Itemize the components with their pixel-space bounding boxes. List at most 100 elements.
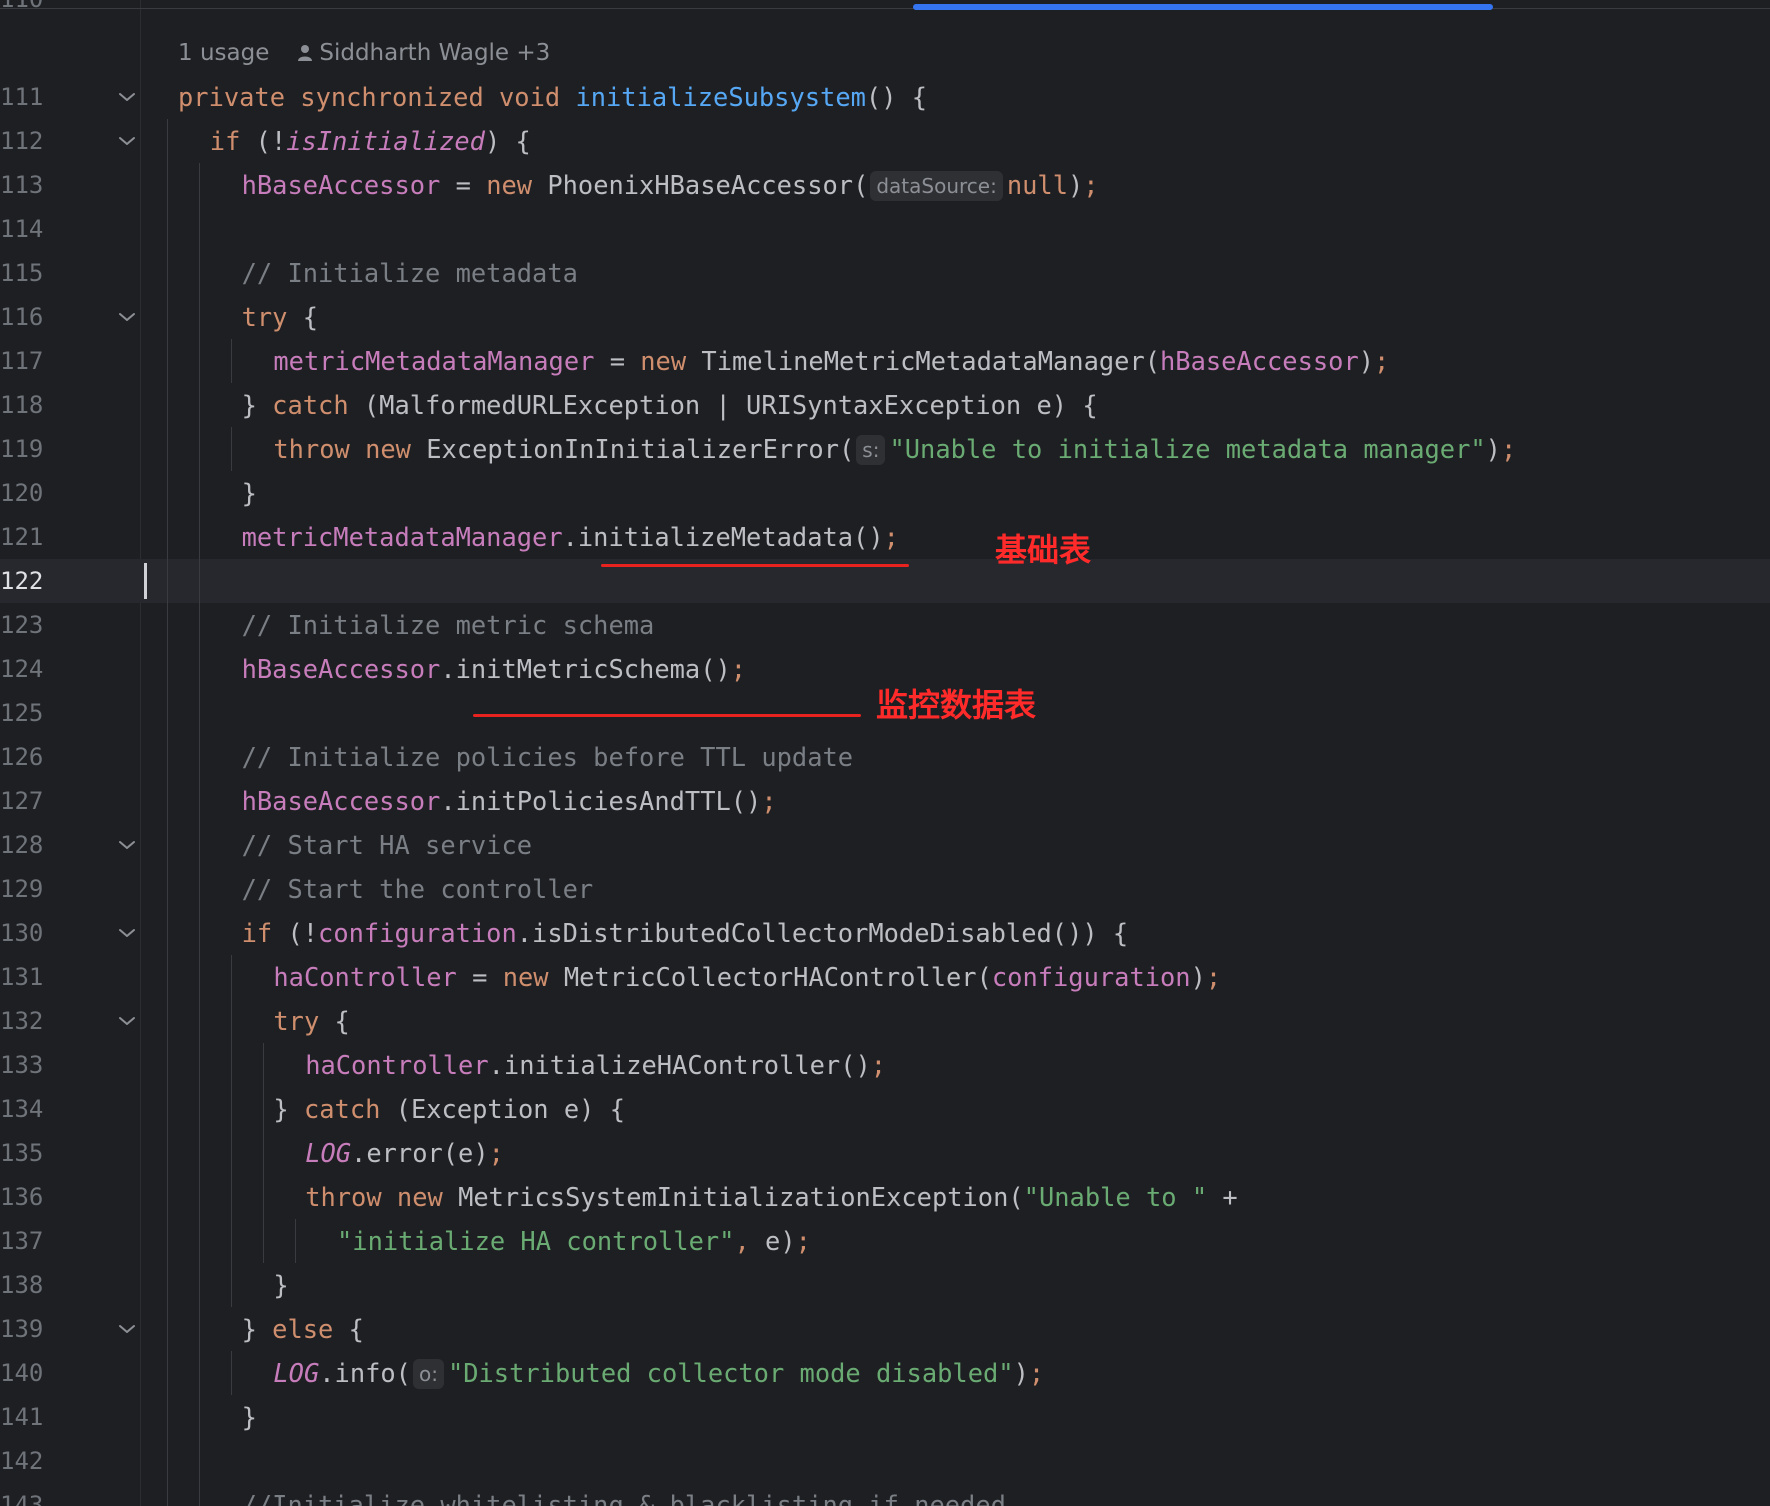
code-line[interactable]: } catch (MalformedURLException | URISynt… [242,383,1098,427]
line-number[interactable]: 131 [0,955,43,999]
line-number[interactable]: 113 [0,163,43,207]
line-number[interactable]: 140 [0,1351,43,1395]
annotation-monitoring-table: 监控数据表 [876,686,1037,724]
line-number[interactable]: 128 [0,823,43,867]
code-line[interactable]: } [242,471,257,515]
code-token: .initializeHAController() [488,1050,871,1080]
code-token: ) { [484,126,531,156]
annotation-underline-metric-schema [473,714,861,717]
line-number[interactable]: 117 [0,339,43,383]
code-token: ; [730,654,747,684]
code-token: catch [272,390,364,420]
horizontal-scrollbar-thumb[interactable] [913,4,1493,10]
code-editor[interactable]: 110 1 usage Siddharth Wagle +3 private s… [0,0,1770,1506]
line-number[interactable]: 135 [0,1131,43,1175]
code-line[interactable]: if (!configuration.isDistributedCollecto… [242,911,1129,955]
fold-chevron-icon[interactable] [116,1307,138,1351]
code-token: // Initialize policies before TTL update [241,742,854,772]
line-number[interactable]: 120 [0,471,43,515]
line-number[interactable]: 127 [0,779,43,823]
code-line[interactable]: "initialize HA controller", e); [337,1219,811,1263]
code-line[interactable]: metricMetadataManager = new TimelineMetr… [273,339,1389,383]
code-token: "Unable to initialize metadata manager" [889,434,1486,464]
line-number[interactable]: 121 [0,515,43,559]
fold-chevron-icon[interactable] [116,911,138,955]
usages-hint[interactable]: 1 usage [178,31,269,75]
line-number[interactable]: 118 [0,383,43,427]
code-line[interactable]: hBaseAccessor.initPoliciesAndTTL(); [242,779,777,823]
code-line[interactable]: if (!isInitialized) { [210,119,531,163]
line-number[interactable]: 112 [0,119,43,163]
indent-guide-line [295,1219,296,1263]
line-number[interactable]: 115 [0,251,43,295]
line-number[interactable]: 138 [0,1263,43,1307]
code-line[interactable]: private synchronized void initializeSubs… [178,75,927,119]
code-line[interactable]: LOG.info(o: "Distributed collector mode d… [273,1351,1044,1395]
code-token: .initPoliciesAndTTL() [440,786,762,816]
code-line[interactable]: LOG.error(e); [305,1131,504,1175]
line-number[interactable]: 137 [0,1219,43,1263]
code-line[interactable]: try { [273,999,349,1043]
line-number[interactable]: 125 [0,691,43,735]
code-line[interactable]: // Initialize metric schema [242,603,655,647]
indent-guide-line [231,427,232,471]
line-number[interactable]: 134 [0,1087,43,1131]
fold-chevron-icon[interactable] [116,295,138,339]
author-hint[interactable]: Siddharth Wagle +3 [297,31,550,75]
line-number[interactable]: 141 [0,1395,43,1439]
line-number[interactable]: 116 [0,295,43,339]
line-number[interactable]: 143 [0,1483,43,1506]
code-line[interactable]: haController.initializeHAController(); [305,1043,886,1087]
code-token: ; [1083,170,1099,200]
line-number[interactable]: 123 [0,603,43,647]
code-line[interactable]: } else { [242,1307,364,1351]
code-line[interactable]: hBaseAccessor = new PhoenixHBaseAccessor… [242,163,1099,207]
line-number[interactable]: 122 [0,559,43,603]
line-number[interactable]: 126 [0,735,43,779]
code-line[interactable]: metricMetadataManager.initializeMetadata… [242,515,899,559]
code-token: private synchronized void [178,82,576,112]
code-line[interactable]: throw new ExceptionInInitializerError(s:… [273,427,1516,471]
code-line[interactable]: haController = new MetricCollectorHACont… [273,955,1221,999]
code-line[interactable]: // Initialize metadata [242,251,578,295]
line-number[interactable]: 129 [0,867,43,911]
code-token: else [272,1314,349,1344]
code-line[interactable]: } catch (Exception e) { [273,1087,625,1131]
code-token: null [1006,170,1068,200]
fold-chevron-icon[interactable] [116,119,138,163]
code-token: "initialize HA controller" [337,1226,735,1256]
indent-guide-line [199,163,200,1506]
code-token: (! [255,126,287,156]
line-number[interactable]: 133 [0,1043,43,1087]
code-line[interactable]: // Start HA service [242,823,532,867]
code-line[interactable]: try { [242,295,318,339]
code-line[interactable]: } [273,1263,288,1307]
code-line[interactable]: //Initialize whitelisting & blacklisting… [242,1483,1006,1506]
code-token: hBaseAccessor [241,654,441,684]
code-token: hBaseAccessor [241,170,441,200]
fold-chevron-icon[interactable] [116,823,138,867]
code-line[interactable]: // Initialize policies before TTL update [242,735,853,779]
line-number[interactable]: 139 [0,1307,43,1351]
code-line[interactable]: hBaseAccessor.initMetricSchema(); [242,647,746,691]
line-number[interactable]: 142 [0,1439,43,1483]
code-token: { [334,1006,350,1036]
code-line[interactable]: // Start the controller [242,867,594,911]
code-token: // Start HA service [241,830,533,860]
fold-chevron-icon[interactable] [116,75,138,119]
line-number[interactable]: 124 [0,647,43,691]
line-number[interactable]: 136 [0,1175,43,1219]
line-number[interactable]: 111 [0,75,43,119]
code-token: ; [870,1050,887,1080]
code-token: .info( [319,1358,411,1388]
line-number[interactable]: 114 [0,207,43,251]
code-line[interactable]: throw new MetricsSystemInitializationExc… [305,1175,1238,1219]
code-token: .initMetricSchema() [440,654,731,684]
line-number[interactable]: 119 [0,427,43,471]
code-vision-hints[interactable]: 1 usage Siddharth Wagle +3 [178,31,550,75]
code-line[interactable]: } [242,1395,257,1439]
line-number[interactable]: 130 [0,911,43,955]
code-token: // Initialize metric schema [241,610,655,640]
fold-chevron-icon[interactable] [116,999,138,1043]
line-number[interactable]: 132 [0,999,43,1043]
